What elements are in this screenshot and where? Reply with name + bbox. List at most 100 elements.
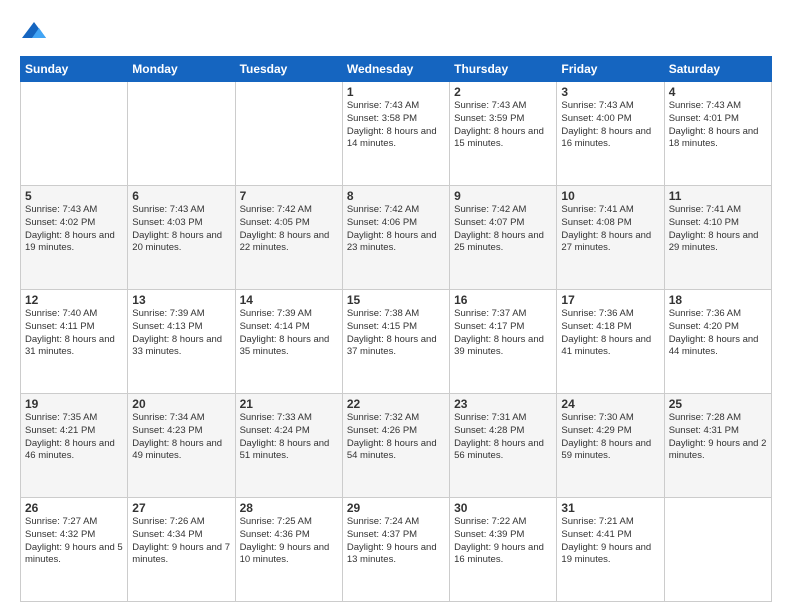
day-number: 9 xyxy=(454,189,552,203)
calendar-cell: 27Sunrise: 7:26 AM Sunset: 4:34 PM Dayli… xyxy=(128,498,235,602)
calendar-cell: 1Sunrise: 7:43 AM Sunset: 3:58 PM Daylig… xyxy=(342,82,449,186)
calendar-cell: 14Sunrise: 7:39 AM Sunset: 4:14 PM Dayli… xyxy=(235,290,342,394)
day-info: Sunrise: 7:43 AM Sunset: 3:59 PM Dayligh… xyxy=(454,100,552,151)
calendar-cell xyxy=(128,82,235,186)
calendar-cell: 15Sunrise: 7:38 AM Sunset: 4:15 PM Dayli… xyxy=(342,290,449,394)
day-number: 13 xyxy=(132,293,230,307)
calendar-cell: 7Sunrise: 7:42 AM Sunset: 4:05 PM Daylig… xyxy=(235,186,342,290)
day-info: Sunrise: 7:42 AM Sunset: 4:05 PM Dayligh… xyxy=(240,204,338,255)
calendar-week-row: 12Sunrise: 7:40 AM Sunset: 4:11 PM Dayli… xyxy=(21,290,772,394)
weekday-header: Friday xyxy=(557,57,664,82)
day-number: 27 xyxy=(132,501,230,515)
calendar-cell: 2Sunrise: 7:43 AM Sunset: 3:59 PM Daylig… xyxy=(450,82,557,186)
weekday-header: Tuesday xyxy=(235,57,342,82)
day-number: 18 xyxy=(669,293,767,307)
day-number: 2 xyxy=(454,85,552,99)
day-info: Sunrise: 7:36 AM Sunset: 4:18 PM Dayligh… xyxy=(561,308,659,359)
calendar-cell: 10Sunrise: 7:41 AM Sunset: 4:08 PM Dayli… xyxy=(557,186,664,290)
day-info: Sunrise: 7:39 AM Sunset: 4:14 PM Dayligh… xyxy=(240,308,338,359)
day-number: 3 xyxy=(561,85,659,99)
day-number: 5 xyxy=(25,189,123,203)
day-number: 19 xyxy=(25,397,123,411)
day-number: 12 xyxy=(25,293,123,307)
calendar-cell xyxy=(21,82,128,186)
calendar-cell: 5Sunrise: 7:43 AM Sunset: 4:02 PM Daylig… xyxy=(21,186,128,290)
day-info: Sunrise: 7:43 AM Sunset: 4:00 PM Dayligh… xyxy=(561,100,659,151)
day-number: 4 xyxy=(669,85,767,99)
calendar-cell: 3Sunrise: 7:43 AM Sunset: 4:00 PM Daylig… xyxy=(557,82,664,186)
weekday-header: Saturday xyxy=(664,57,771,82)
calendar-cell: 25Sunrise: 7:28 AM Sunset: 4:31 PM Dayli… xyxy=(664,394,771,498)
day-info: Sunrise: 7:43 AM Sunset: 4:01 PM Dayligh… xyxy=(669,100,767,151)
calendar-cell: 23Sunrise: 7:31 AM Sunset: 4:28 PM Dayli… xyxy=(450,394,557,498)
day-number: 26 xyxy=(25,501,123,515)
day-info: Sunrise: 7:39 AM Sunset: 4:13 PM Dayligh… xyxy=(132,308,230,359)
day-info: Sunrise: 7:25 AM Sunset: 4:36 PM Dayligh… xyxy=(240,516,338,567)
day-number: 21 xyxy=(240,397,338,411)
day-number: 17 xyxy=(561,293,659,307)
day-number: 29 xyxy=(347,501,445,515)
day-info: Sunrise: 7:24 AM Sunset: 4:37 PM Dayligh… xyxy=(347,516,445,567)
day-info: Sunrise: 7:32 AM Sunset: 4:26 PM Dayligh… xyxy=(347,412,445,463)
calendar-cell: 11Sunrise: 7:41 AM Sunset: 4:10 PM Dayli… xyxy=(664,186,771,290)
weekday-header: Sunday xyxy=(21,57,128,82)
calendar-cell: 17Sunrise: 7:36 AM Sunset: 4:18 PM Dayli… xyxy=(557,290,664,394)
calendar-cell: 18Sunrise: 7:36 AM Sunset: 4:20 PM Dayli… xyxy=(664,290,771,394)
calendar-cell xyxy=(664,498,771,602)
calendar-cell: 29Sunrise: 7:24 AM Sunset: 4:37 PM Dayli… xyxy=(342,498,449,602)
day-info: Sunrise: 7:21 AM Sunset: 4:41 PM Dayligh… xyxy=(561,516,659,567)
calendar-cell: 8Sunrise: 7:42 AM Sunset: 4:06 PM Daylig… xyxy=(342,186,449,290)
day-number: 10 xyxy=(561,189,659,203)
weekday-header: Monday xyxy=(128,57,235,82)
day-number: 7 xyxy=(240,189,338,203)
day-info: Sunrise: 7:38 AM Sunset: 4:15 PM Dayligh… xyxy=(347,308,445,359)
calendar-cell: 16Sunrise: 7:37 AM Sunset: 4:17 PM Dayli… xyxy=(450,290,557,394)
day-info: Sunrise: 7:30 AM Sunset: 4:29 PM Dayligh… xyxy=(561,412,659,463)
calendar-cell: 12Sunrise: 7:40 AM Sunset: 4:11 PM Dayli… xyxy=(21,290,128,394)
calendar-week-row: 5Sunrise: 7:43 AM Sunset: 4:02 PM Daylig… xyxy=(21,186,772,290)
day-number: 31 xyxy=(561,501,659,515)
calendar-cell: 9Sunrise: 7:42 AM Sunset: 4:07 PM Daylig… xyxy=(450,186,557,290)
calendar-week-row: 19Sunrise: 7:35 AM Sunset: 4:21 PM Dayli… xyxy=(21,394,772,498)
day-info: Sunrise: 7:43 AM Sunset: 3:58 PM Dayligh… xyxy=(347,100,445,151)
day-info: Sunrise: 7:40 AM Sunset: 4:11 PM Dayligh… xyxy=(25,308,123,359)
calendar-cell: 21Sunrise: 7:33 AM Sunset: 4:24 PM Dayli… xyxy=(235,394,342,498)
day-info: Sunrise: 7:43 AM Sunset: 4:03 PM Dayligh… xyxy=(132,204,230,255)
calendar-cell: 4Sunrise: 7:43 AM Sunset: 4:01 PM Daylig… xyxy=(664,82,771,186)
day-info: Sunrise: 7:33 AM Sunset: 4:24 PM Dayligh… xyxy=(240,412,338,463)
header xyxy=(20,18,772,46)
day-info: Sunrise: 7:22 AM Sunset: 4:39 PM Dayligh… xyxy=(454,516,552,567)
day-info: Sunrise: 7:35 AM Sunset: 4:21 PM Dayligh… xyxy=(25,412,123,463)
calendar-cell xyxy=(235,82,342,186)
day-info: Sunrise: 7:37 AM Sunset: 4:17 PM Dayligh… xyxy=(454,308,552,359)
calendar-cell: 26Sunrise: 7:27 AM Sunset: 4:32 PM Dayli… xyxy=(21,498,128,602)
day-info: Sunrise: 7:42 AM Sunset: 4:06 PM Dayligh… xyxy=(347,204,445,255)
day-info: Sunrise: 7:26 AM Sunset: 4:34 PM Dayligh… xyxy=(132,516,230,567)
page: SundayMondayTuesdayWednesdayThursdayFrid… xyxy=(0,0,792,612)
day-info: Sunrise: 7:43 AM Sunset: 4:02 PM Dayligh… xyxy=(25,204,123,255)
day-number: 23 xyxy=(454,397,552,411)
day-info: Sunrise: 7:31 AM Sunset: 4:28 PM Dayligh… xyxy=(454,412,552,463)
day-number: 1 xyxy=(347,85,445,99)
logo xyxy=(20,18,52,46)
day-info: Sunrise: 7:41 AM Sunset: 4:10 PM Dayligh… xyxy=(669,204,767,255)
day-info: Sunrise: 7:41 AM Sunset: 4:08 PM Dayligh… xyxy=(561,204,659,255)
day-number: 14 xyxy=(240,293,338,307)
day-number: 15 xyxy=(347,293,445,307)
day-number: 30 xyxy=(454,501,552,515)
day-number: 20 xyxy=(132,397,230,411)
day-number: 16 xyxy=(454,293,552,307)
weekday-header-row: SundayMondayTuesdayWednesdayThursdayFrid… xyxy=(21,57,772,82)
day-number: 8 xyxy=(347,189,445,203)
calendar-cell: 22Sunrise: 7:32 AM Sunset: 4:26 PM Dayli… xyxy=(342,394,449,498)
calendar-week-row: 1Sunrise: 7:43 AM Sunset: 3:58 PM Daylig… xyxy=(21,82,772,186)
calendar-cell: 28Sunrise: 7:25 AM Sunset: 4:36 PM Dayli… xyxy=(235,498,342,602)
weekday-header: Thursday xyxy=(450,57,557,82)
day-info: Sunrise: 7:28 AM Sunset: 4:31 PM Dayligh… xyxy=(669,412,767,463)
day-info: Sunrise: 7:42 AM Sunset: 4:07 PM Dayligh… xyxy=(454,204,552,255)
calendar-cell: 6Sunrise: 7:43 AM Sunset: 4:03 PM Daylig… xyxy=(128,186,235,290)
day-number: 22 xyxy=(347,397,445,411)
calendar-table: SundayMondayTuesdayWednesdayThursdayFrid… xyxy=(20,56,772,602)
day-number: 6 xyxy=(132,189,230,203)
calendar-week-row: 26Sunrise: 7:27 AM Sunset: 4:32 PM Dayli… xyxy=(21,498,772,602)
